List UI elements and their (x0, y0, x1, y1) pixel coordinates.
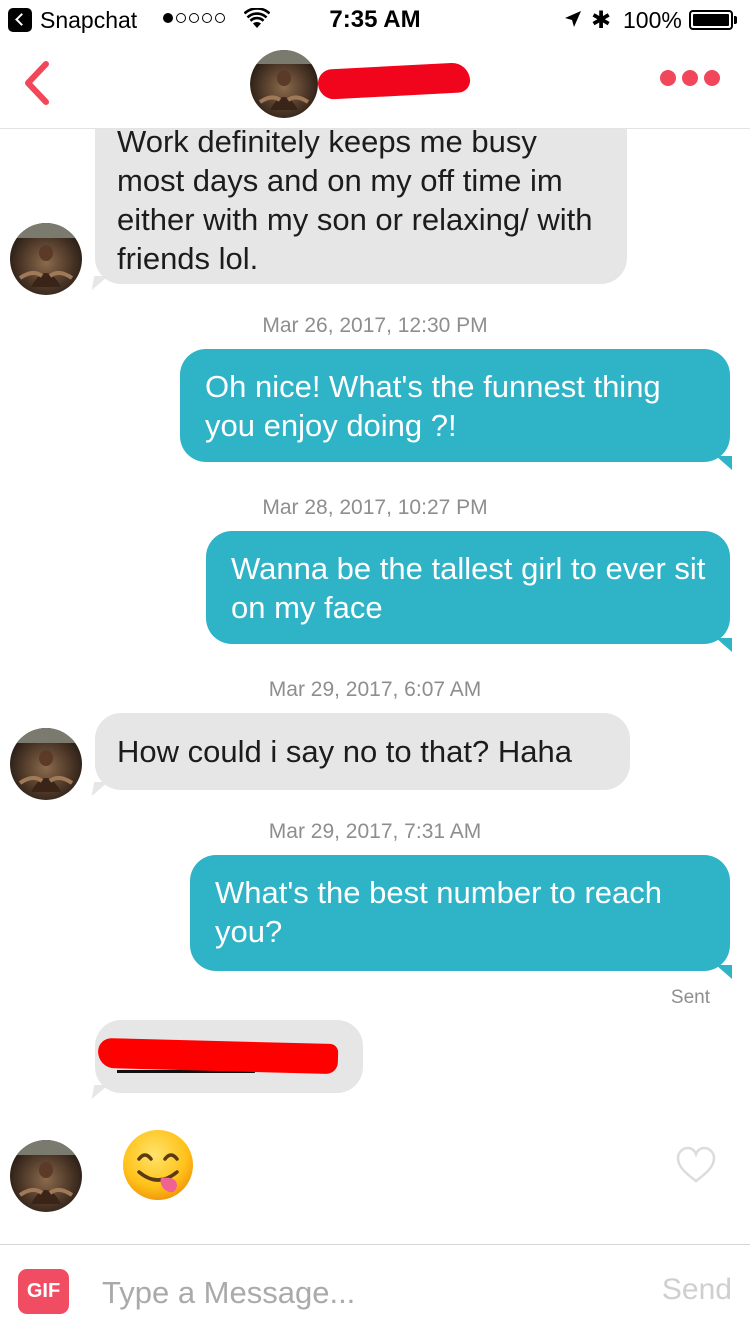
contact-avatar[interactable] (250, 50, 318, 118)
location-arrow-icon (565, 11, 581, 27)
incoming-message: Work definitely keeps me busy most days … (95, 128, 627, 284)
contact-avatar-small[interactable] (10, 223, 82, 295)
battery-percentage: 100% (623, 7, 682, 33)
read-receipt: Sent (670, 987, 710, 1008)
message-composer: GIF Send (0, 1244, 750, 1335)
message-thread[interactable]: Work definitely keeps me busy most days … (0, 128, 750, 1244)
contact-avatar-small[interactable] (10, 728, 82, 800)
incoming-message: How could i say no to that? Haha (95, 713, 630, 790)
contact-avatar-small[interactable] (10, 1140, 82, 1212)
bluetooth-icon: ✱ (591, 7, 612, 34)
send-button[interactable]: Send (662, 1273, 732, 1307)
redaction-mark (97, 1037, 339, 1075)
timestamp: Mar 29, 2017, 6:07 AM (268, 678, 482, 701)
outgoing-message: Wanna be the tallest girl to ever sit on… (206, 531, 732, 652)
gif-button[interactable]: GIF (18, 1269, 69, 1314)
face-savoring-food-emoji (123, 1130, 193, 1200)
timestamp: Mar 26, 2017, 12:30 PM (262, 314, 488, 337)
battery-icon (689, 10, 733, 30)
battery-tip (734, 16, 737, 24)
timestamp: Mar 29, 2017, 7:31 AM (268, 820, 482, 843)
timestamp: Mar 28, 2017, 10:27 PM (262, 496, 488, 519)
message-input[interactable] (100, 1267, 634, 1319)
status-bar: Snapchat 7:35 AM ✱ 100% (0, 0, 750, 40)
chat-header: C (0, 40, 750, 129)
outgoing-message: What's the best number to reach you? (190, 855, 732, 979)
outgoing-message: Oh nice! What's the funnest thing you en… (180, 349, 732, 470)
heart-icon[interactable] (676, 1146, 716, 1184)
chevron-left-icon[interactable] (18, 58, 58, 108)
more-dots-icon[interactable] (660, 70, 720, 86)
